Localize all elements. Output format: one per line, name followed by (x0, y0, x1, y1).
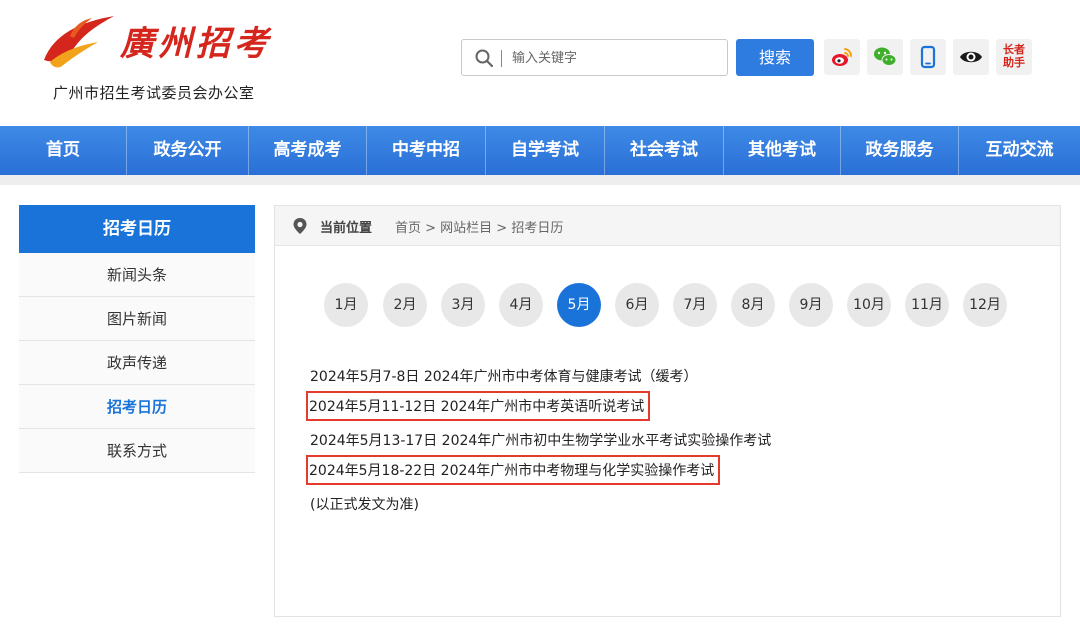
breadcrumb: 当前位置 首页 > 网站栏目 > 招考日历 (275, 206, 1060, 246)
sidebar-item-photo-news[interactable]: 图片新闻 (19, 297, 255, 341)
weibo-button[interactable] (824, 39, 860, 75)
month-button[interactable]: 11月 (905, 283, 949, 327)
search-divider (501, 50, 502, 67)
nav-item-gov-affairs[interactable]: 政务公开 (127, 126, 249, 175)
search-input[interactable] (512, 46, 717, 70)
site-logo[interactable]: 廣州招考 广州市招生考试委员会办公室 (40, 10, 280, 105)
month-button[interactable]: 12月 (963, 283, 1007, 327)
wechat-icon (874, 47, 897, 66)
search-box (461, 39, 728, 76)
nav-item-gov-services[interactable]: 政务服务 (841, 126, 959, 175)
month-button[interactable]: 9月 (789, 283, 833, 327)
accessibility-button[interactable] (953, 39, 989, 75)
nav-item-other-exams[interactable]: 其他考试 (724, 126, 841, 175)
nav-item-zhongkao[interactable]: 中考中招 (367, 126, 486, 175)
site-header: 廣州招考 广州市招生考试委员会办公室 搜索 (0, 0, 1080, 126)
event-item-highlighted[interactable]: 2024年5月11-12日 2024年广州市中考英语听说考试 (306, 391, 651, 421)
elder-mode-button[interactable]: 长者助手 (996, 39, 1032, 75)
disclaimer-note: (以正式发文为准) (310, 497, 419, 513)
nav-divider-band (0, 175, 1080, 185)
month-button[interactable]: 10月 (847, 283, 891, 327)
month-button[interactable]: 4月 (499, 283, 543, 327)
month-button[interactable]: 2月 (383, 283, 427, 327)
logo-title: 廣州招考 (120, 24, 272, 64)
month-button-selected[interactable]: 5月 (557, 283, 601, 327)
weibo-icon (832, 48, 853, 66)
month-button[interactable]: 8月 (731, 283, 775, 327)
sidebar-item-exam-calendar[interactable]: 招考日历 (19, 385, 255, 429)
nav-item-gaokao[interactable]: 高考成考 (249, 126, 367, 175)
logo-subtitle: 广州市招生考试委员会办公室 (53, 84, 255, 102)
content-panel: 当前位置 首页 > 网站栏目 > 招考日历 1月 2月 3月 4月 5月 6月 … (274, 205, 1061, 617)
event-item[interactable]: 2024年5月13-17日 2024年广州市初中生物学学业水平考试实验操作考试 (310, 430, 771, 450)
logo-emblem-icon (44, 16, 114, 68)
search-icon (475, 49, 494, 68)
nav-item-interaction[interactable]: 互动交流 (959, 126, 1080, 175)
elder-mode-label: 长者助手 (1003, 43, 1025, 69)
wechat-button[interactable] (867, 39, 903, 75)
sidebar-item-contact[interactable]: 联系方式 (19, 429, 255, 473)
breadcrumb-label: 当前位置 (320, 221, 373, 236)
breadcrumb-path[interactable]: 首页 > 网站栏目 > 招考日历 (395, 217, 563, 236)
sidebar: 招考日历 新闻头条 图片新闻 政声传递 招考日历 联系方式 (19, 205, 255, 615)
eye-icon (960, 51, 982, 63)
sidebar-item-gov-voice[interactable]: 政声传递 (19, 341, 255, 385)
mobile-button[interactable] (910, 39, 946, 75)
event-item[interactable]: 2024年5月7-8日 2024年广州市中考体育与健康考试（缓考） (310, 366, 697, 386)
month-button[interactable]: 1月 (324, 283, 368, 327)
month-button[interactable]: 3月 (441, 283, 485, 327)
sidebar-heading: 招考日历 (19, 205, 255, 253)
sidebar-item-headlines[interactable]: 新闻头条 (19, 253, 255, 297)
month-button[interactable]: 6月 (615, 283, 659, 327)
nav-item-self-study[interactable]: 自学考试 (486, 126, 605, 175)
nav-item-social-exams[interactable]: 社会考试 (605, 126, 724, 175)
main-nav: 首页 政务公开 高考成考 中考中招 自学考试 社会考试 其他考试 政务服务 互动… (0, 126, 1080, 175)
nav-item-home[interactable]: 首页 (0, 126, 127, 175)
event-item-highlighted[interactable]: 2024年5月18-22日 2024年广州市中考物理与化学实验操作考试 (306, 455, 721, 485)
mobile-icon (920, 45, 936, 69)
search-button[interactable]: 搜索 (736, 39, 814, 76)
month-button[interactable]: 7月 (673, 283, 717, 327)
location-pin-icon (293, 218, 307, 234)
